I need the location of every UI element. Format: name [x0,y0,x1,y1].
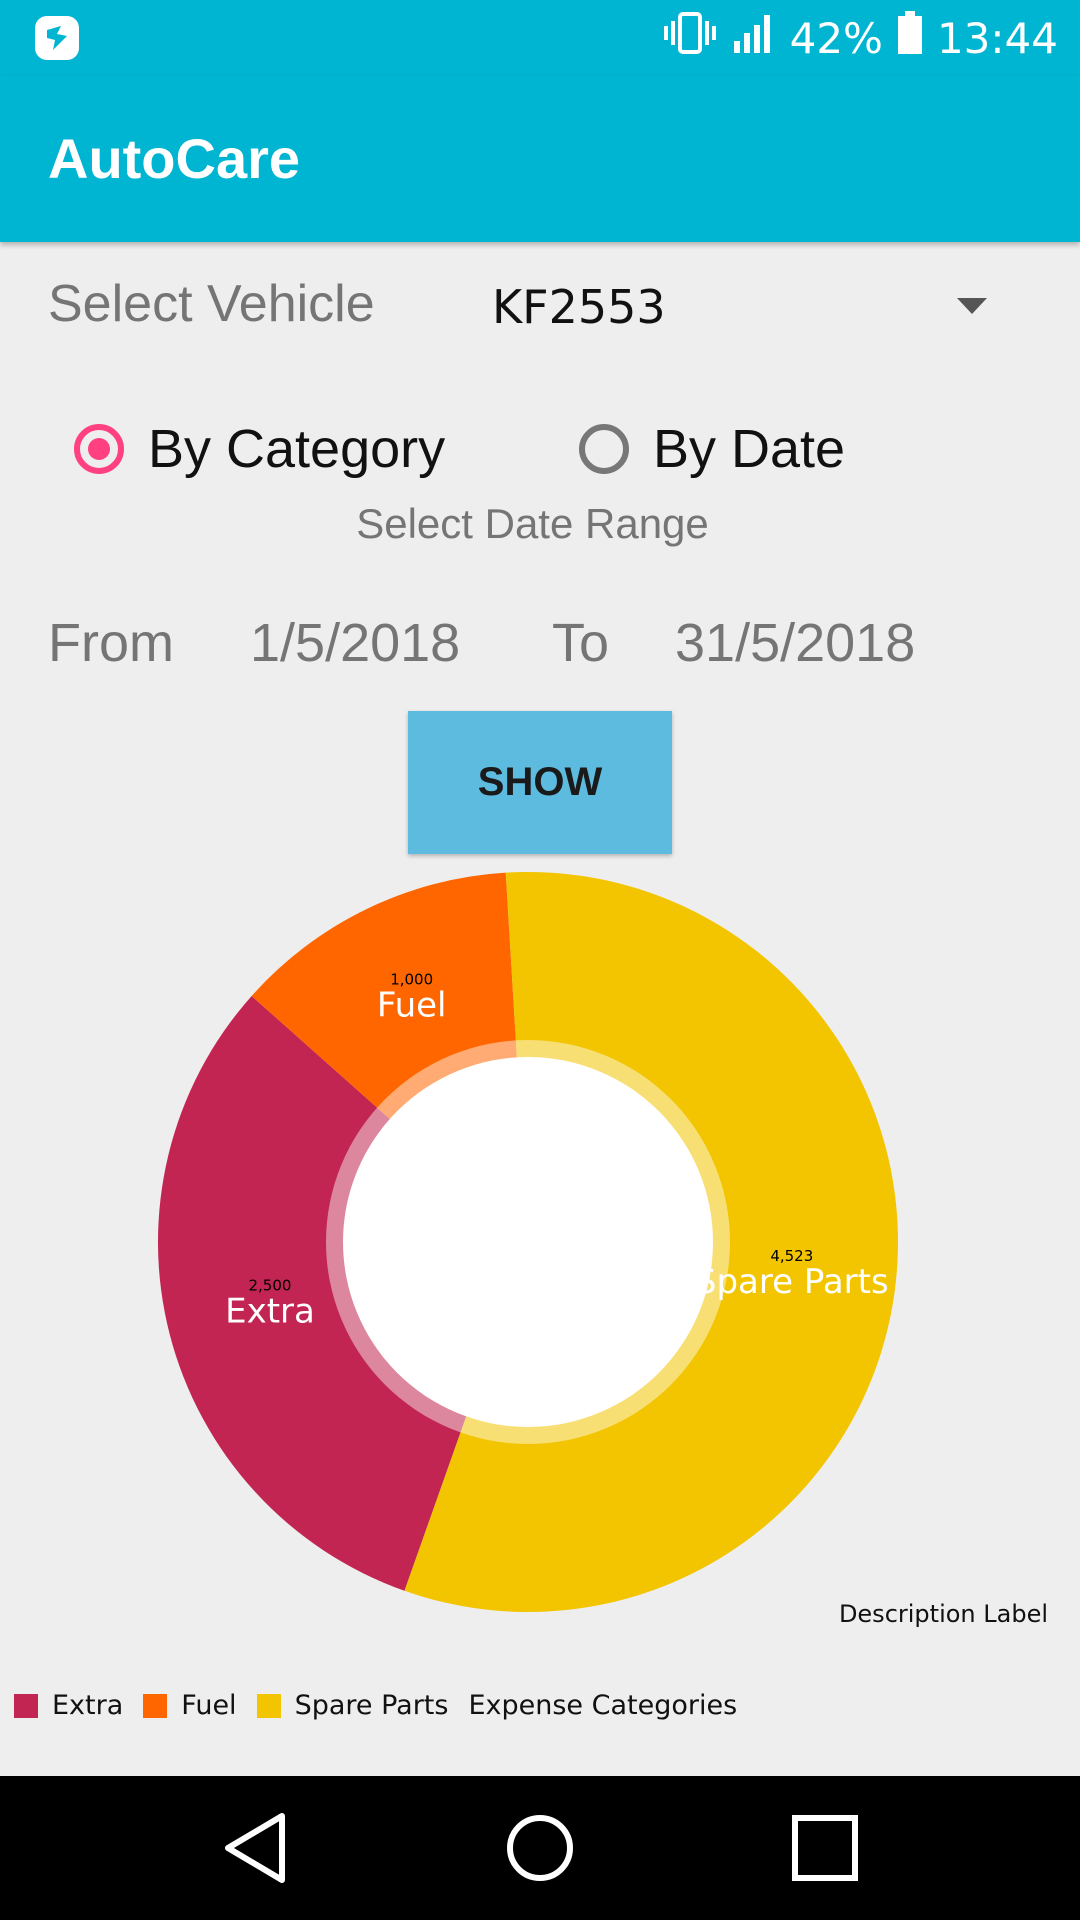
navigation-bar [0,1776,1080,1920]
slice-value-label: 4,523 [770,1247,813,1265]
legend-swatch [256,1693,281,1718]
signal-icon [732,11,776,65]
to-label: To [552,613,610,673]
legend-label: Fuel [181,1690,237,1721]
legend-swatch [14,1693,38,1718]
home-button[interactable] [460,1776,620,1920]
select-vehicle-label: Select Vehicle [48,275,375,333]
radio-by-category[interactable]: By Category [74,418,445,480]
expense-donut-chart[interactable]: Extra2,500Fuel1,000Spare Parts4,523 [0,860,1080,1640]
slice-value-label: 2,500 [249,1276,292,1294]
radio-by-category-label: By Category [148,419,446,479]
legend-label: Spare Parts [294,1690,449,1721]
legend-swatch [143,1693,168,1718]
status-time: 13:44 [936,13,1058,63]
legend-item: Fuel [143,1690,237,1721]
legend-label: Extra [52,1690,124,1721]
radio-by-date[interactable]: By Date [579,418,845,480]
home-icon [507,1815,573,1881]
battery-percent: 42% [789,13,883,63]
legend-title: Expense Categories [468,1690,738,1721]
vibrate-icon [662,11,718,65]
back-button[interactable] [175,1776,335,1920]
app-bar: AutoCare [0,76,1080,242]
battery-icon [897,11,923,65]
app-title: AutoCare [48,127,301,190]
legend-item: Extra [14,1690,123,1721]
back-icon [225,1813,285,1883]
slice-label: Fuel [377,985,447,1025]
date-range-title: Select Date Range [356,500,709,547]
to-date-field[interactable]: 31/5/2018 [675,612,915,674]
from-date-field[interactable]: 1/5/2018 [250,612,460,674]
from-label: From [48,613,174,673]
legend-item: Spare Parts [256,1690,449,1721]
slice-value-label: 1,000 [390,970,433,988]
radio-checked-icon[interactable] [74,424,124,474]
vehicle-spinner[interactable]: KF2553 [492,280,666,334]
status-bar: 42% 13:44 [0,0,1080,76]
chart-legend: Extra Fuel Spare Parts Expense Categories [14,1690,737,1721]
radio-unchecked-icon[interactable] [579,424,629,474]
chart-description-label: Description Label [838,1600,1048,1628]
recents-button[interactable] [745,1776,905,1920]
app-notification-icon [35,16,79,60]
show-button[interactable]: SHOW [408,711,672,854]
slice-label: Extra [225,1291,315,1331]
radio-by-date-label: By Date [653,419,846,479]
recents-icon [792,1815,858,1881]
donut-hole [343,1057,713,1427]
dropdown-arrow-icon[interactable] [957,298,987,314]
